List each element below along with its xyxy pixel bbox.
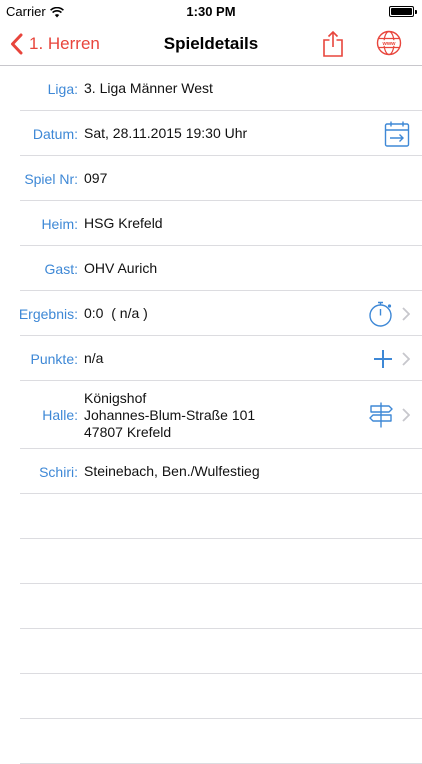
detail-row-ergebnis[interactable]: Ergebnis: 0:0 ( n/a )	[0, 291, 422, 336]
chevron-right-icon	[402, 306, 410, 321]
row-label: Gast:	[44, 260, 78, 277]
detail-row-gast: Gast: OHV Aurich	[0, 246, 422, 291]
row-value: HSG Krefeld	[84, 215, 163, 231]
stopwatch-icon[interactable]	[368, 300, 394, 328]
empty-row	[0, 539, 422, 584]
page-title: Spieldetails	[163, 34, 259, 53]
detail-row-halle[interactable]: Halle: Königshof Johannes-Blum-Straße 10…	[0, 381, 422, 449]
calendar-add-icon[interactable]	[384, 120, 410, 148]
detail-row-liga: Liga: 3. Liga Männer West	[0, 66, 422, 111]
row-label: Halle:	[42, 407, 78, 423]
row-value: Steinebach, Ben./Wulfestieg	[84, 463, 260, 479]
row-label: Ergebnis:	[18, 305, 78, 322]
status-time: 1:30 PM	[186, 4, 236, 19]
detail-row-datum: Datum: Sat, 28.11.2015 19:30 Uhr	[0, 111, 422, 156]
venue-street: Johannes-Blum-Straße 101	[84, 406, 256, 423]
venue-city: 47807 Krefeld	[84, 423, 172, 440]
row-label: Liga:	[47, 80, 78, 97]
plus-icon[interactable]	[372, 348, 394, 370]
globe-www-icon[interactable]: www	[376, 30, 402, 56]
row-label: Heim:	[41, 215, 78, 232]
row-label: Schiri:	[39, 463, 78, 480]
empty-row	[0, 719, 422, 764]
row-label: Spiel Nr:	[24, 170, 78, 187]
chevron-right-icon	[402, 351, 410, 366]
details-table: Liga: 3. Liga Männer West Datum: Sat, 28…	[0, 66, 422, 764]
venue-name: Königshof	[84, 389, 147, 406]
detail-row-schiri: Schiri: Steinebach, Ben./Wulfestieg	[0, 449, 422, 494]
svg-text:www: www	[381, 41, 396, 47]
empty-row	[0, 584, 422, 629]
row-label: Datum:	[32, 125, 78, 142]
battery-icon	[389, 6, 417, 17]
detail-row-punkte[interactable]: Punkte: n/a	[0, 336, 422, 381]
chevron-right-icon	[402, 408, 410, 422]
share-icon[interactable]	[322, 30, 344, 58]
row-value-address: Königshof Johannes-Blum-Straße 101 47807…	[84, 390, 255, 441]
row-value: 3. Liga Männer West	[84, 80, 213, 96]
empty-row	[0, 674, 422, 719]
empty-row	[0, 494, 422, 539]
empty-row	[0, 629, 422, 674]
status-bar: Carrier 1:30 PM	[0, 0, 422, 22]
row-value: Sat, 28.11.2015 19:30 Uhr	[84, 125, 248, 141]
row-label: Punkte:	[30, 350, 78, 367]
signpost-icon[interactable]	[368, 401, 394, 429]
row-value: 097	[84, 170, 108, 186]
detail-row-spiel-nr: Spiel Nr: 097	[0, 156, 422, 201]
row-value: 0:0 ( n/a )	[84, 305, 148, 321]
row-value: OHV Aurich	[84, 260, 158, 276]
navigation-bar: 1. Herren Spieldetails www	[0, 22, 422, 66]
detail-row-heim: Heim: HSG Krefeld	[0, 201, 422, 246]
row-value: n/a	[84, 350, 104, 366]
